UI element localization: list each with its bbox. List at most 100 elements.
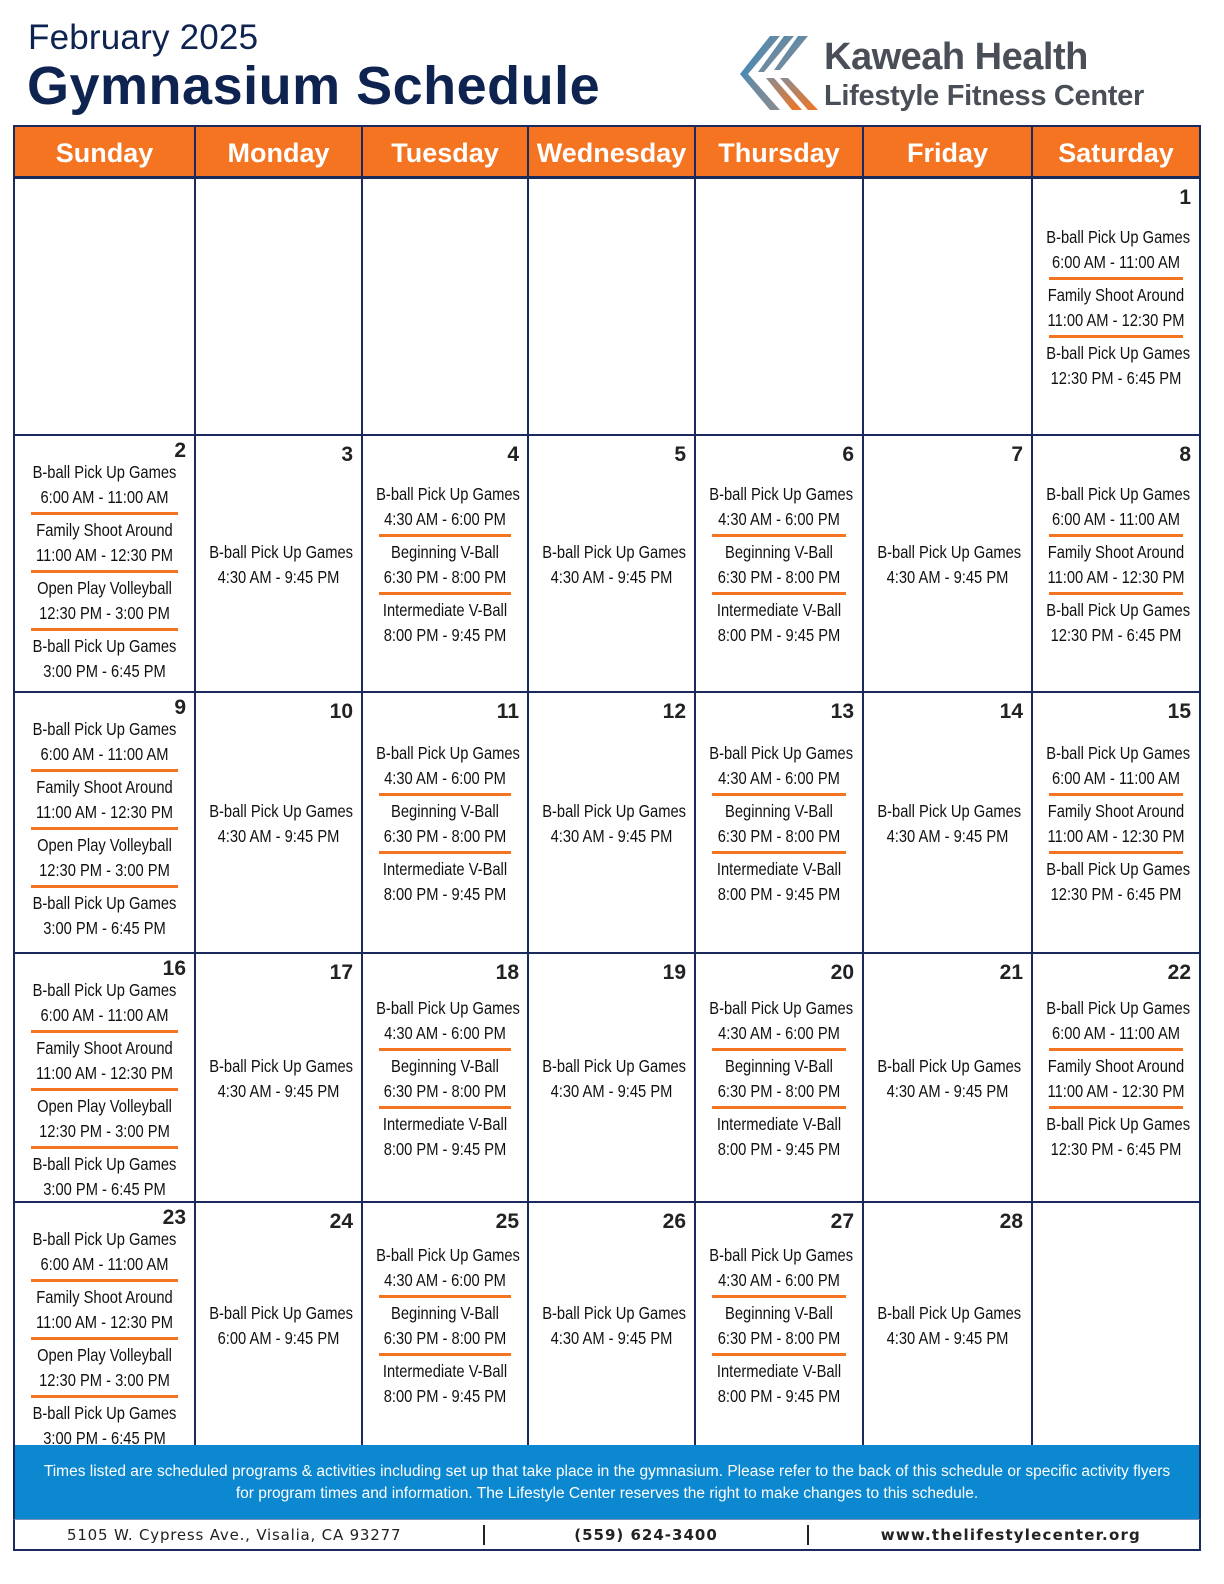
event-time: 6:00 AM - 9:45 PM [217,1327,340,1348]
schedule-event: Beginning V-Ball 6:30 PM - 8:00 PM [709,540,848,590]
event-name: B-ball Pick Up Games [1046,1113,1191,1134]
day-events: B-ball Pick Up Games 6:00 AM - 11:00 AM Fa… [15,717,194,952]
day-cell-21: 21 B-ball Pick Up Games 4:30 AM - 9:45 PM [864,954,1033,1201]
schedule-event: B-ball Pick Up Games 12:30 PM - 6:45 PM [1046,341,1190,391]
day-cell-22: 22 B-ball Pick Up Games 6:00 AM - 11:00 AM… [1033,954,1199,1201]
page-title: Gymnasium Schedule [27,56,601,116]
event-divider [379,1294,511,1298]
schedule-event: Open Play Volleyball 12:30 PM - 3:00 PM [29,576,179,626]
event-time: 4:30 AM - 9:45 PM [217,825,340,846]
schedule-event: B-ball Pick Up Games 6:00 AM - 11:00 AM [29,460,179,510]
event-time: 11:00 AM - 12:30 PM [1047,1080,1185,1101]
event-time: 6:00 AM - 11:00 AM [40,1254,169,1274]
event-time: 6:00 AM - 11:00 AM [1051,251,1181,272]
day-events: B-ball Pick Up Games 6:00 AM - 11:00 AM Fa… [1033,723,1199,952]
event-name: B-ball Pick Up Games [209,541,353,562]
event-time: 6:00 AM - 11:00 AM [40,1005,169,1025]
event-time: 12:30 PM - 6:45 PM [1050,624,1182,645]
schedule-event: B-ball Pick Up Games 12:30 PM - 6:45 PM [1046,857,1190,907]
schedule-event: Family Shoot Around 11:00 AM - 12:30 PM [1046,540,1185,590]
schedule-event: Intermediate V-Ball 8:00 PM - 9:45 PM [376,1112,514,1162]
schedule-event: Intermediate V-Ball 8:00 PM - 9:45 PM [376,1359,514,1409]
day-events [864,209,1031,434]
event-time: 12:30 PM - 3:00 PM [39,603,170,623]
event-name: B-ball Pick Up Games [376,742,520,763]
event-time: 4:30 AM - 6:00 PM [718,508,840,529]
day-number: 18 [495,961,519,984]
schedule-event: B-ball Pick Up Games 4:30 AM - 9:45 PM [209,540,353,590]
event-divider [1049,1105,1183,1109]
kaweah-health-k-logo-icon [740,36,818,110]
event-name: B-ball Pick Up Games [1046,599,1191,620]
day-events: B-ball Pick Up Games 4:30 AM - 9:45 PM [196,723,361,952]
event-name: B-ball Pick Up Games [877,1302,1022,1323]
event-name: Open Play Volleyball [37,835,172,855]
day-events: B-ball Pick Up Games 6:00 AM - 11:00 AM Fa… [15,1227,194,1446]
schedule-event: B-ball Pick Up Games 4:30 AM - 9:45 PM [542,1054,686,1104]
event-divider [379,850,511,854]
event-name: B-ball Pick Up Games [877,541,1022,562]
contact-bar: 5105 W. Cypress Ave., Visalia, CA 93277 … [13,1519,1201,1551]
event-time: 3:00 PM - 6:45 PM [43,918,166,938]
event-time: 12:30 PM - 6:45 PM [1050,1138,1182,1159]
event-divider [379,792,511,796]
schedule-event: B-ball Pick Up Games 3:00 PM - 6:45 PM [29,634,179,684]
event-name: B-ball Pick Up Games [32,1154,177,1174]
schedule-event: Intermediate V-Ball 8:00 PM - 9:45 PM [709,1359,848,1409]
weekday-header-wednesday: Wednesday [529,127,696,179]
calendar-week-row: 23 B-ball Pick Up Games 6:00 AM - 11:00 AM… [15,1203,1199,1446]
event-name: B-ball Pick Up Games [209,1302,353,1323]
event-time: 8:00 PM - 9:45 PM [383,1385,507,1406]
schedule-event: B-ball Pick Up Games 6:00 AM - 11:00 AM [29,717,179,767]
day-cell-13: 13 B-ball Pick Up Games 4:30 AM - 6:00 PM B… [696,693,864,952]
event-name: Intermediate V-Ball [382,1360,508,1381]
schedule-event: B-ball Pick Up Games 4:30 AM - 6:00 PM [709,996,853,1046]
event-divider [712,850,846,854]
day-number [15,179,194,203]
event-time: 8:00 PM - 9:45 PM [717,624,841,645]
day-events: B-ball Pick Up Games 6:00 AM - 11:00 AM Fa… [15,460,194,691]
schedule-event: B-ball Pick Up Games 4:30 AM - 9:45 PM [877,540,1022,590]
event-name: B-ball Pick Up Games [376,483,520,504]
day-number: 17 [329,961,353,984]
event-name: B-ball Pick Up Games [1046,483,1191,504]
event-name: Beginning V-Ball [391,800,499,821]
event-name: B-ball Pick Up Games [32,1229,177,1249]
weekday-header-tuesday: Tuesday [363,127,529,179]
day-events [196,209,361,434]
event-time: 11:00 AM - 12:30 PM [35,1063,173,1083]
event-time: 4:30 AM - 6:00 PM [718,1022,840,1043]
day-events: B-ball Pick Up Games 4:30 AM - 9:45 PM [864,1233,1031,1446]
event-time: 4:30 AM - 9:45 PM [217,566,340,587]
event-name: Beginning V-Ball [391,541,499,562]
day-cell-17: 17 B-ball Pick Up Games 4:30 AM - 9:45 PM [196,954,363,1201]
schedule-event: B-ball Pick Up Games 3:00 PM - 6:45 PM [29,1152,179,1201]
event-time: 11:00 AM - 12:30 PM [35,545,173,565]
schedule-event: B-ball Pick Up Games 6:00 AM - 9:45 PM [209,1301,353,1351]
day-events [363,209,527,434]
day-events: B-ball Pick Up Games 4:30 AM - 9:45 PM [529,1233,694,1446]
event-name: Open Play Volleyball [37,1345,172,1365]
event-time: 4:30 AM - 9:45 PM [886,825,1009,846]
event-divider [1049,334,1183,338]
event-name: Family Shoot Around [36,1038,173,1058]
day-cell-empty [363,179,529,434]
schedule-event: Beginning V-Ball 6:30 PM - 8:00 PM [709,799,848,849]
day-cell-10: 10 B-ball Pick Up Games 4:30 AM - 9:45 PM [196,693,363,952]
schedule-event: Beginning V-Ball 6:30 PM - 8:00 PM [376,1301,514,1351]
calendar-week-row: 16 B-ball Pick Up Games 6:00 AM - 11:00 AM… [15,954,1199,1203]
day-cell-18: 18 B-ball Pick Up Games 4:30 AM - 6:00 PM B… [363,954,529,1201]
event-time: 6:00 AM - 11:00 AM [1051,767,1181,788]
event-divider [1049,276,1183,280]
event-time: 6:30 PM - 8:00 PM [717,825,841,846]
day-number: 8 [1179,443,1191,466]
schedule-event: Open Play Volleyball 12:30 PM - 3:00 PM [29,1343,179,1393]
day-number: 13 [830,700,854,723]
day-number: 19 [662,961,686,984]
day-events: B-ball Pick Up Games 6:00 AM - 11:00 AM Fa… [1033,209,1199,434]
event-time: 8:00 PM - 9:45 PM [717,883,841,904]
day-events: B-ball Pick Up Games 4:30 AM - 6:00 PM Beg… [363,466,527,691]
day-cell-16: 16 B-ball Pick Up Games 6:00 AM - 11:00 AM… [15,954,196,1201]
day-events: B-ball Pick Up Games 6:00 AM - 11:00 AM Fa… [1033,466,1199,691]
contact-website-link[interactable]: www.thelifestylecenter.org [809,1526,1199,1544]
